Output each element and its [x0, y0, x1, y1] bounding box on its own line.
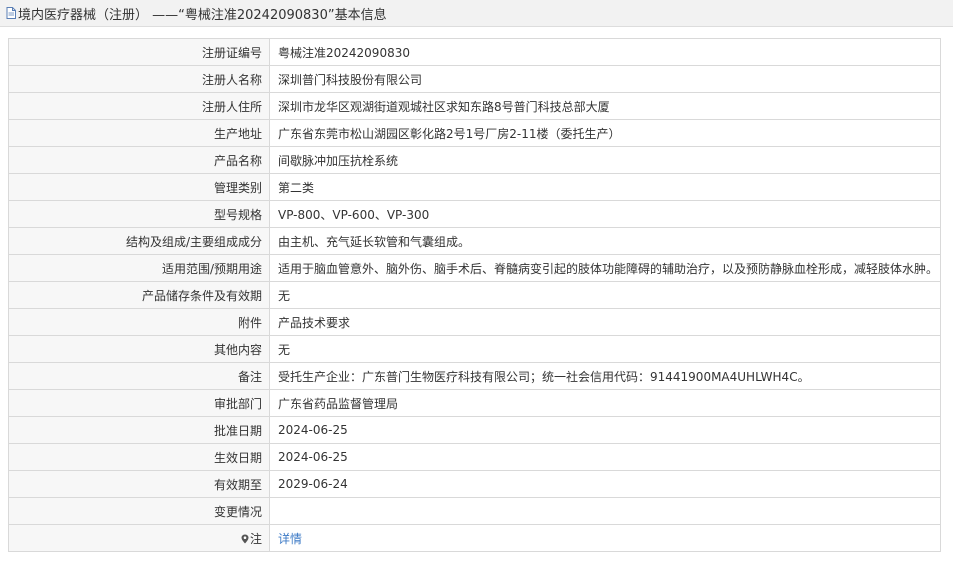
row-value: 粤械注准20242090830 [269, 38, 941, 66]
row-label: 结构及组成/主要组成成分 [8, 227, 270, 255]
row-value: 第二类 [269, 173, 941, 201]
row-label: 生效日期 [8, 443, 270, 471]
table-row: 注册证编号 粤械注准20242090830 [8, 38, 941, 66]
table-row: 型号规格 VP-800、VP-600、VP-300 [8, 200, 941, 228]
note-value-cell: 详情 [269, 524, 941, 552]
row-value: 2024-06-25 [269, 416, 941, 444]
row-label: 审批部门 [8, 389, 270, 417]
row-label: 适用范围/预期用途 [8, 254, 270, 282]
table-row: 审批部门 广东省药品监督管理局 [8, 389, 941, 417]
row-value: 受托生产企业：广东普门生物医疗科技有限公司；统一社会信用代码：91441900M… [269, 362, 941, 390]
table-row: 附件 产品技术要求 [8, 308, 941, 336]
row-value: 广东省东莞市松山湖园区彰化路2号1号厂房2-11楼（委托生产） [269, 119, 941, 147]
row-label: 生产地址 [8, 119, 270, 147]
table-row: 有效期至 2029-06-24 [8, 470, 941, 498]
note-row: 注 详情 [8, 524, 941, 552]
row-value: 无 [269, 281, 941, 309]
table-row: 产品名称 间歇脉冲加压抗栓系统 [8, 146, 941, 174]
page-title: 境内医疗器械（注册） ——“粤械注准20242090830”基本信息 [18, 7, 387, 23]
table-row: 适用范围/预期用途 适用于脑血管意外、脑外伤、脑手术后、脊髓病变引起的肢体功能障… [8, 254, 941, 282]
row-label: 注册人住所 [8, 92, 270, 120]
row-label: 其他内容 [8, 335, 270, 363]
row-label: 管理类别 [8, 173, 270, 201]
table-row: 生效日期 2024-06-25 [8, 443, 941, 471]
row-value: 深圳市龙华区观湖街道观城社区求知东路8号普门科技总部大厦 [269, 92, 941, 120]
table-row: 注册人住所 深圳市龙华区观湖街道观城社区求知东路8号普门科技总部大厦 [8, 92, 941, 120]
row-label: 备注 [8, 362, 270, 390]
page-title-bar: 境内医疗器械（注册） ——“粤械注准20242090830”基本信息 [0, 0, 953, 27]
row-label: 型号规格 [8, 200, 270, 228]
row-value [269, 497, 941, 525]
table-row: 生产地址 广东省东莞市松山湖园区彰化路2号1号厂房2-11楼（委托生产） [8, 119, 941, 147]
info-table: 注册证编号 粤械注准20242090830 注册人名称 深圳普门科技股份有限公司… [8, 38, 941, 552]
row-value: 由主机、充气延长软管和气囊组成。 [269, 227, 941, 255]
row-label: 产品名称 [8, 146, 270, 174]
table-row: 结构及组成/主要组成成分 由主机、充气延长软管和气囊组成。 [8, 227, 941, 255]
row-value: 2029-06-24 [269, 470, 941, 498]
details-link[interactable]: 详情 [278, 532, 302, 546]
table-row: 变更情况 [8, 497, 941, 525]
pin-icon [241, 534, 249, 544]
row-label: 附件 [8, 308, 270, 336]
row-value: 无 [269, 335, 941, 363]
table-row: 其他内容 无 [8, 335, 941, 363]
document-icon [6, 7, 16, 19]
row-label: 批准日期 [8, 416, 270, 444]
row-value: 适用于脑血管意外、脑外伤、脑手术后、脊髓病变引起的肢体功能障碍的辅助治疗，以及预… [269, 254, 941, 282]
table-row: 注册人名称 深圳普门科技股份有限公司 [8, 65, 941, 93]
row-label: 产品储存条件及有效期 [8, 281, 270, 309]
table-row: 管理类别 第二类 [8, 173, 941, 201]
row-value: 2024-06-25 [269, 443, 941, 471]
row-label: 变更情况 [8, 497, 270, 525]
row-value: 深圳普门科技股份有限公司 [269, 65, 941, 93]
row-label: 注册人名称 [8, 65, 270, 93]
table-row: 产品储存条件及有效期 无 [8, 281, 941, 309]
row-label: 注册证编号 [8, 38, 270, 66]
table-row: 备注 受托生产企业：广东普门生物医疗科技有限公司；统一社会信用代码：914419… [8, 362, 941, 390]
table-row: 批准日期 2024-06-25 [8, 416, 941, 444]
row-label: 有效期至 [8, 470, 270, 498]
row-value: 产品技术要求 [269, 308, 941, 336]
row-value: 广东省药品监督管理局 [269, 389, 941, 417]
row-value: VP-800、VP-600、VP-300 [269, 200, 941, 228]
note-label: 注 [249, 531, 262, 546]
row-value: 间歇脉冲加压抗栓系统 [269, 146, 941, 174]
note-label-cell: 注 [8, 524, 270, 552]
